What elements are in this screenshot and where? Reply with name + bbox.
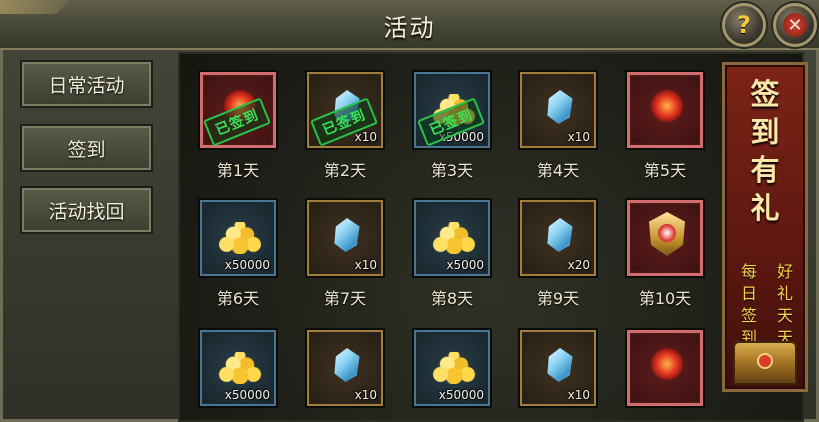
reward-quantity: x50000 <box>224 258 270 272</box>
day-label: 第8天 <box>430 289 474 308</box>
banner-title-char: 到 <box>750 115 780 149</box>
reward-slot[interactable] <box>625 328 705 408</box>
reward-quantity: x10 <box>354 388 377 402</box>
signin-gift-banner: 签 到 有 礼 每 日 签 到 好 礼 天 天 送 <box>722 62 808 392</box>
crystal-icon <box>547 218 573 252</box>
crystal-icon <box>334 348 360 382</box>
reward-slot[interactable]: x50000 <box>198 198 278 278</box>
banner-title-char: 签 <box>750 77 780 111</box>
red-orb-icon <box>651 90 683 122</box>
reward-quantity: x10 <box>567 388 590 402</box>
reward-quantity: x10 <box>567 130 590 144</box>
reward-quantity: x50000 <box>224 388 270 402</box>
reward-slot[interactable]: x10 <box>305 198 385 278</box>
banner-sub-char: 好 <box>776 262 793 281</box>
badge-gem-icon <box>658 224 676 242</box>
title-bar: 活动 <box>0 0 819 50</box>
day-label: 第9天 <box>536 289 580 308</box>
window-title: 活动 <box>383 14 436 42</box>
red-orb-icon <box>651 348 683 380</box>
crystal-icon <box>547 90 573 124</box>
banner-title-char: 礼 <box>750 191 780 225</box>
reward-slot[interactable] <box>625 70 705 150</box>
sidebar-item-activity-recovery[interactable]: 活动找回 <box>20 186 153 234</box>
close-icon: ✕ <box>783 13 807 37</box>
sidebar-item-daily-activity[interactable]: 日常活动 <box>20 60 153 108</box>
banner-subtitle-left: 每 日 签 到 <box>739 261 759 349</box>
gold-coins-icon <box>430 352 478 384</box>
banner-sub-char: 每 <box>740 262 757 281</box>
reward-quantity: x5000 <box>446 258 484 272</box>
reward-quantity: x10 <box>354 258 377 272</box>
reward-slot[interactable]: x50000 已签到 <box>412 70 492 150</box>
sidebar-item-label: 活动找回 <box>48 200 125 223</box>
day-label: 第3天 <box>430 161 474 180</box>
reward-quantity: x20 <box>567 258 590 272</box>
close-button[interactable]: ✕ <box>773 3 817 47</box>
banner-sub-char: 礼 <box>776 284 793 303</box>
crystal-icon <box>547 348 573 382</box>
sidebar-item-signin[interactable]: 签到 <box>20 124 153 172</box>
reward-quantity: x50000 <box>438 388 484 402</box>
day-label: 第2天 <box>323 161 367 180</box>
reward-slot[interactable]: x10 <box>305 328 385 408</box>
sidebar: 日常活动 签到 活动找回 <box>10 54 165 414</box>
banner-title: 签 到 有 礼 <box>725 75 805 227</box>
reward-slot[interactable]: x5000 <box>412 198 492 278</box>
day-label: 第7天 <box>323 289 367 308</box>
treasure-chest-icon <box>733 341 797 385</box>
banner-sub-char: 签 <box>740 306 757 325</box>
gold-badge-icon <box>649 212 685 256</box>
banner-title-char: 有 <box>750 153 780 187</box>
sidebar-item-label: 签到 <box>67 138 106 161</box>
reward-slot[interactable]: x50000 <box>198 328 278 408</box>
reward-slot[interactable]: x10 <box>518 70 598 150</box>
day-label: 第6天 <box>216 289 260 308</box>
reward-slot[interactable]: x50000 <box>412 328 492 408</box>
reward-slot[interactable]: x10 已签到 <box>305 70 385 150</box>
crystal-icon <box>334 218 360 252</box>
help-button[interactable]: ? <box>722 3 766 47</box>
banner-sub-char: 天 <box>776 306 793 325</box>
reward-slot[interactable]: x10 <box>518 328 598 408</box>
day-label: 第1天 <box>216 161 260 180</box>
reward-slot[interactable] <box>625 198 705 278</box>
reward-slot[interactable]: x20 <box>518 198 598 278</box>
reward-slot[interactable]: 已签到 <box>198 70 278 150</box>
gold-coins-icon <box>430 222 478 254</box>
sidebar-item-label: 日常活动 <box>48 74 125 97</box>
day-label: 第5天 <box>643 161 687 180</box>
reward-quantity: x10 <box>354 130 377 144</box>
day-label: 第4天 <box>536 161 580 180</box>
banner-sub-char: 日 <box>740 284 757 303</box>
day-label: 第10天 <box>638 289 692 308</box>
gold-coins-icon <box>216 222 264 254</box>
question-icon: ? <box>737 11 751 39</box>
gold-coins-icon <box>216 352 264 384</box>
